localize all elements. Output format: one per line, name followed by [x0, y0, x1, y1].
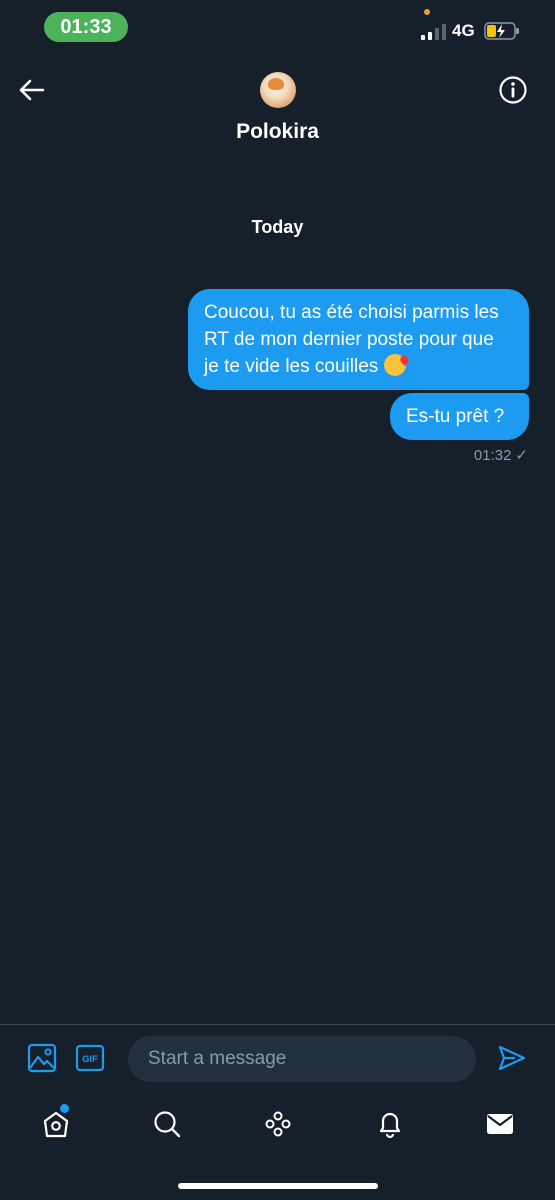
composer-divider	[0, 1024, 555, 1025]
add-gif-button[interactable]: GIF	[72, 1040, 108, 1076]
sent-check-icon: ✓	[515, 447, 528, 464]
info-icon	[499, 76, 527, 104]
kissing-face-emoji-icon	[383, 354, 406, 376]
date-separator: Today	[251, 217, 304, 237]
message-input[interactable]	[128, 1036, 476, 1082]
home-indicator[interactable]	[178, 1183, 378, 1189]
avatar[interactable]	[260, 72, 296, 108]
conversation-header: Polokira	[0, 60, 555, 160]
tab-home[interactable]	[38, 1106, 74, 1142]
message-bubble[interactable]: Coucou, tu as été choisi parmis les RT d…	[188, 289, 529, 390]
conversation-info-button[interactable]	[497, 74, 529, 106]
notifications-bell-icon	[379, 1112, 401, 1139]
bottom-tab-bar	[0, 1100, 555, 1150]
svg-text:GIF: GIF	[82, 1054, 98, 1065]
message-bubble[interactable]: Es-tu prêt ?	[390, 393, 529, 440]
home-icon	[43, 1111, 69, 1138]
signal-icon	[421, 24, 446, 40]
messages-envelope-icon	[487, 1114, 513, 1134]
gif-icon: GIF	[75, 1044, 105, 1072]
tab-spaces[interactable]	[260, 1106, 296, 1142]
spaces-icon	[265, 1111, 291, 1137]
home-notification-dot	[60, 1104, 69, 1113]
message-text: Coucou, tu as été choisi parmis les RT d…	[204, 302, 499, 377]
status-bar: 01:33 4G	[0, 0, 555, 52]
tab-notifications[interactable]	[372, 1106, 408, 1142]
message-timestamp: 01:32	[473, 447, 512, 464]
send-button[interactable]	[494, 1040, 530, 1076]
battery-charging-icon	[484, 22, 519, 40]
tab-search[interactable]	[149, 1106, 185, 1142]
image-icon	[27, 1043, 57, 1073]
contact-name[interactable]: Polokira	[0, 120, 555, 144]
message-text: Es-tu prêt ?	[406, 406, 505, 427]
add-photo-button[interactable]	[24, 1040, 60, 1076]
tab-messages[interactable]	[482, 1106, 518, 1142]
back-arrow-icon	[19, 79, 45, 101]
network-label: 4G	[452, 21, 475, 40]
status-time[interactable]: 01:33	[44, 12, 128, 42]
send-icon	[498, 1045, 526, 1071]
back-button[interactable]	[16, 74, 48, 106]
message-meta: 01:32 ✓	[474, 446, 528, 464]
privacy-indicator-dot	[424, 9, 430, 15]
search-icon	[154, 1111, 181, 1138]
